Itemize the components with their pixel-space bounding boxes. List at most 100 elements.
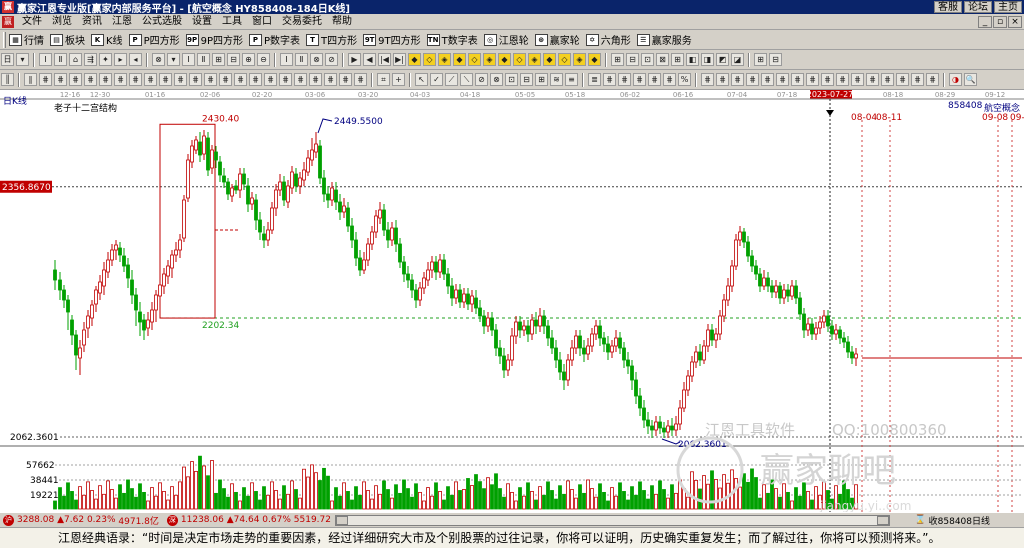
tool-button-icon[interactable]: ▸ <box>114 53 127 66</box>
tool-button-icon[interactable]: ◑ <box>949 73 962 86</box>
tool-button-icon[interactable]: Ⅰ <box>182 53 195 66</box>
tool-button-icon[interactable]: ◇ <box>468 53 481 66</box>
tool-button-icon[interactable]: ◧ <box>686 53 699 66</box>
tool-button-icon[interactable]: ◈ <box>438 53 451 66</box>
toolbar-9p-square-button[interactable]: 9P 9P四方形 <box>185 32 243 48</box>
menu-help[interactable]: 帮助 <box>327 15 357 29</box>
link-home[interactable]: 主页 <box>994 1 1022 13</box>
tool-button-icon[interactable]: ⊞ <box>671 53 684 66</box>
menu-window[interactable]: 窗口 <box>247 15 277 29</box>
tool-button-icon[interactable]: ⋕ <box>776 73 789 86</box>
menu-browse[interactable]: 浏览 <box>47 15 77 29</box>
tool-button-icon[interactable]: ◇ <box>558 53 571 66</box>
tool-button-icon[interactable]: ⋕ <box>851 73 864 86</box>
tool-button-icon[interactable]: ⟋ <box>445 73 458 86</box>
tool-button-icon[interactable]: ⋕ <box>881 73 894 86</box>
tool-button-icon[interactable]: ◈ <box>573 53 586 66</box>
toolbar-t-numbers-button[interactable]: TN T数字表 <box>426 32 478 48</box>
tool-button-icon[interactable]: ⋕ <box>144 73 157 86</box>
tool-button-icon[interactable]: Ⅰ <box>39 53 52 66</box>
tool-button-icon[interactable]: ◇ <box>513 53 526 66</box>
tool-button-icon[interactable]: ⊡ <box>505 73 518 86</box>
tool-button-icon[interactable]: ⋕ <box>821 73 834 86</box>
tool-button-icon[interactable]: ⋕ <box>84 73 97 86</box>
tool-button-icon[interactable]: + <box>392 73 405 86</box>
tool-button-icon[interactable]: ◆ <box>588 53 601 66</box>
toolbar-hexagon-button[interactable]: ✡ 六角形 <box>585 32 631 48</box>
tool-button-icon[interactable]: ⇶ <box>84 53 97 66</box>
kline-chart[interactable]: 12-16 12-30 01-16 02-06 02-20 03-06 03-20 04-03… <box>0 90 1024 512</box>
toolbar-sector-button[interactable]: ▤ 板块 <box>50 32 85 48</box>
toolbar-9t-square-button[interactable]: 9T 9T四方形 <box>363 32 421 48</box>
tool-button-icon[interactable]: ◆ <box>408 53 421 66</box>
chart-canvas[interactable]: 12-16 12-30 01-16 02-06 02-20 03-06 03-20 04-03… <box>0 90 1024 512</box>
tool-button-icon[interactable]: ⋕ <box>339 73 352 86</box>
tool-button-icon[interactable]: ⋕ <box>204 73 217 86</box>
toolbar-p-square-button[interactable]: P P四方形 <box>128 32 180 48</box>
tool-button-icon[interactable]: ⋕ <box>648 73 661 86</box>
scroll-right-button[interactable] <box>876 515 889 525</box>
tool-button-icon[interactable]: ⊟ <box>626 53 639 66</box>
tool-button-icon[interactable]: Ⅱ <box>295 53 308 66</box>
tool-button-icon[interactable]: ⊗ <box>152 53 165 66</box>
tool-button-icon[interactable]: ⊗ <box>490 73 503 86</box>
tool-button-icon[interactable]: ⋕ <box>129 73 142 86</box>
tool-button-icon[interactable]: ◇ <box>423 53 436 66</box>
tool-button-icon[interactable]: ║ <box>1 73 14 86</box>
menu-trade[interactable]: 交易委托 <box>277 15 327 29</box>
tool-button-icon[interactable]: ⊘ <box>325 53 338 66</box>
toolbar-kline-button[interactable]: K K线 <box>91 32 123 48</box>
tool-button-icon[interactable]: ⊞ <box>754 53 767 66</box>
link-forum[interactable]: 论坛 <box>964 1 992 13</box>
tool-button-icon[interactable]: ⊞ <box>535 73 548 86</box>
tool-button-icon[interactable]: ◂ <box>129 53 142 66</box>
tool-button-icon[interactable]: ⋕ <box>294 73 307 86</box>
tool-button-icon[interactable]: ⊕ <box>242 53 255 66</box>
tool-button-icon[interactable]: ≡ <box>565 73 578 86</box>
toolbar-p-numbers-button[interactable]: P P数字表 <box>249 32 300 48</box>
tool-button-icon[interactable]: ⋕ <box>701 73 714 86</box>
toolbar-service-button[interactable]: ☰ 赢家服务 <box>636 32 692 48</box>
tool-button-icon[interactable]: ⋕ <box>603 73 616 86</box>
tool-button-icon[interactable]: ⋕ <box>54 73 67 86</box>
tool-button-icon[interactable]: ✓ <box>430 73 443 86</box>
tool-button-icon[interactable]: ⋕ <box>663 73 676 86</box>
tool-button-icon[interactable]: ▶| <box>393 53 406 66</box>
tool-button-icon[interactable]: % <box>678 73 691 86</box>
tool-button-icon[interactable]: ◈ <box>483 53 496 66</box>
tool-button-icon[interactable]: ⋕ <box>174 73 187 86</box>
toolbar-quotes-button[interactable]: ▦ 行情 <box>9 32 44 48</box>
tool-button-icon[interactable]: ◩ <box>716 53 729 66</box>
tool-button-icon[interactable]: ⋕ <box>189 73 202 86</box>
tool-button-icon[interactable]: ⋕ <box>866 73 879 86</box>
tool-button-icon[interactable]: ⋕ <box>279 73 292 86</box>
tool-button-icon[interactable]: ⋕ <box>716 73 729 86</box>
tool-button-icon[interactable]: ⊟ <box>227 53 240 66</box>
restore-icon[interactable]: ▫ <box>993 15 1007 28</box>
tool-button-icon[interactable]: ⊡ <box>641 53 654 66</box>
close-icon[interactable]: × <box>1008 15 1022 28</box>
toolbar-gann-wheel-button[interactable]: ◎ 江恩轮 <box>483 32 529 48</box>
tool-button-icon[interactable]: Ⅱ <box>54 53 67 66</box>
tool-button-icon[interactable]: ⋕ <box>114 73 127 86</box>
tool-button-icon[interactable]: ⊟ <box>520 73 533 86</box>
scroll-left-button[interactable] <box>335 515 348 525</box>
tool-button-icon[interactable]: ≣ <box>588 73 601 86</box>
tool-button-icon[interactable]: ⋕ <box>354 73 367 86</box>
tool-button-icon[interactable]: ⋕ <box>234 73 247 86</box>
menu-formula-screener[interactable]: 公式选股 <box>137 15 187 29</box>
tool-button-icon[interactable]: ⋕ <box>324 73 337 86</box>
tool-button-icon[interactable]: ⋕ <box>761 73 774 86</box>
tool-button-icon[interactable]: ⋕ <box>264 73 277 86</box>
tool-button-icon[interactable]: ⌗ <box>377 73 390 86</box>
tool-button-icon[interactable]: ◈ <box>528 53 541 66</box>
tool-button-icon[interactable]: ◨ <box>701 53 714 66</box>
tool-button-icon[interactable]: ≋ <box>550 73 563 86</box>
tool-button-icon[interactable]: ▾ <box>16 53 29 66</box>
tool-button-icon[interactable]: ⊖ <box>257 53 270 66</box>
toolbar-winner-wheel-button[interactable]: ⊛ 赢家轮 <box>534 32 580 48</box>
tool-button-icon[interactable]: ⋕ <box>618 73 631 86</box>
tool-button-icon[interactable]: ◀ <box>363 53 376 66</box>
tool-button-icon[interactable]: 日 <box>1 53 14 66</box>
minimize-icon[interactable]: _ <box>978 15 992 28</box>
